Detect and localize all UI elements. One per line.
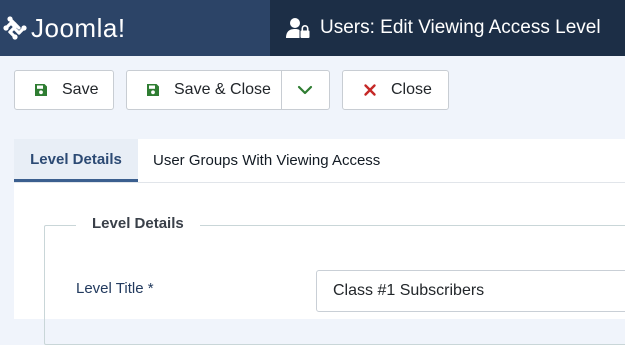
fieldset-legend: Level Details [76, 215, 200, 232]
level-details-fieldset: Level Details Level Title * Class #1 Sub… [44, 215, 625, 345]
header: Joomla! Users: Edit Viewing Access Level [0, 0, 625, 56]
page-title: Users: Edit Viewing Access Level [320, 17, 601, 38]
edit-panel: Level Details User Groups With Viewing A… [14, 139, 625, 345]
close-button-label: Close [391, 81, 432, 98]
save-button[interactable]: Save [14, 70, 114, 110]
tab-user-groups[interactable]: User Groups With Viewing Access [153, 139, 380, 182]
user-lock-icon [286, 18, 310, 38]
save-close-button-label[interactable]: Save & Close [174, 81, 271, 99]
tab-level-details[interactable]: Level Details [14, 139, 138, 182]
brand-name: Joomla! [31, 12, 126, 43]
toolbar: Save Save & Close Close [0, 56, 625, 122]
level-title-label: Level Title * [76, 280, 154, 297]
tab-bar: Level Details User Groups With Viewing A… [14, 139, 625, 183]
brand[interactable]: Joomla! [0, 0, 270, 56]
page-title-bar: Users: Edit Viewing Access Level [270, 0, 625, 56]
save-button-label: Save [62, 81, 99, 98]
level-title-input[interactable]: Class #1 Subscribers [316, 270, 625, 312]
close-icon [364, 84, 376, 96]
chevron-down-icon[interactable] [295, 82, 315, 98]
close-button[interactable]: Close [342, 70, 449, 110]
split-divider [281, 71, 282, 109]
save-icon [35, 84, 47, 96]
save-icon [147, 84, 159, 96]
save-close-button-group[interactable]: Save & Close [126, 70, 330, 110]
joomla-logo-icon [3, 16, 27, 40]
